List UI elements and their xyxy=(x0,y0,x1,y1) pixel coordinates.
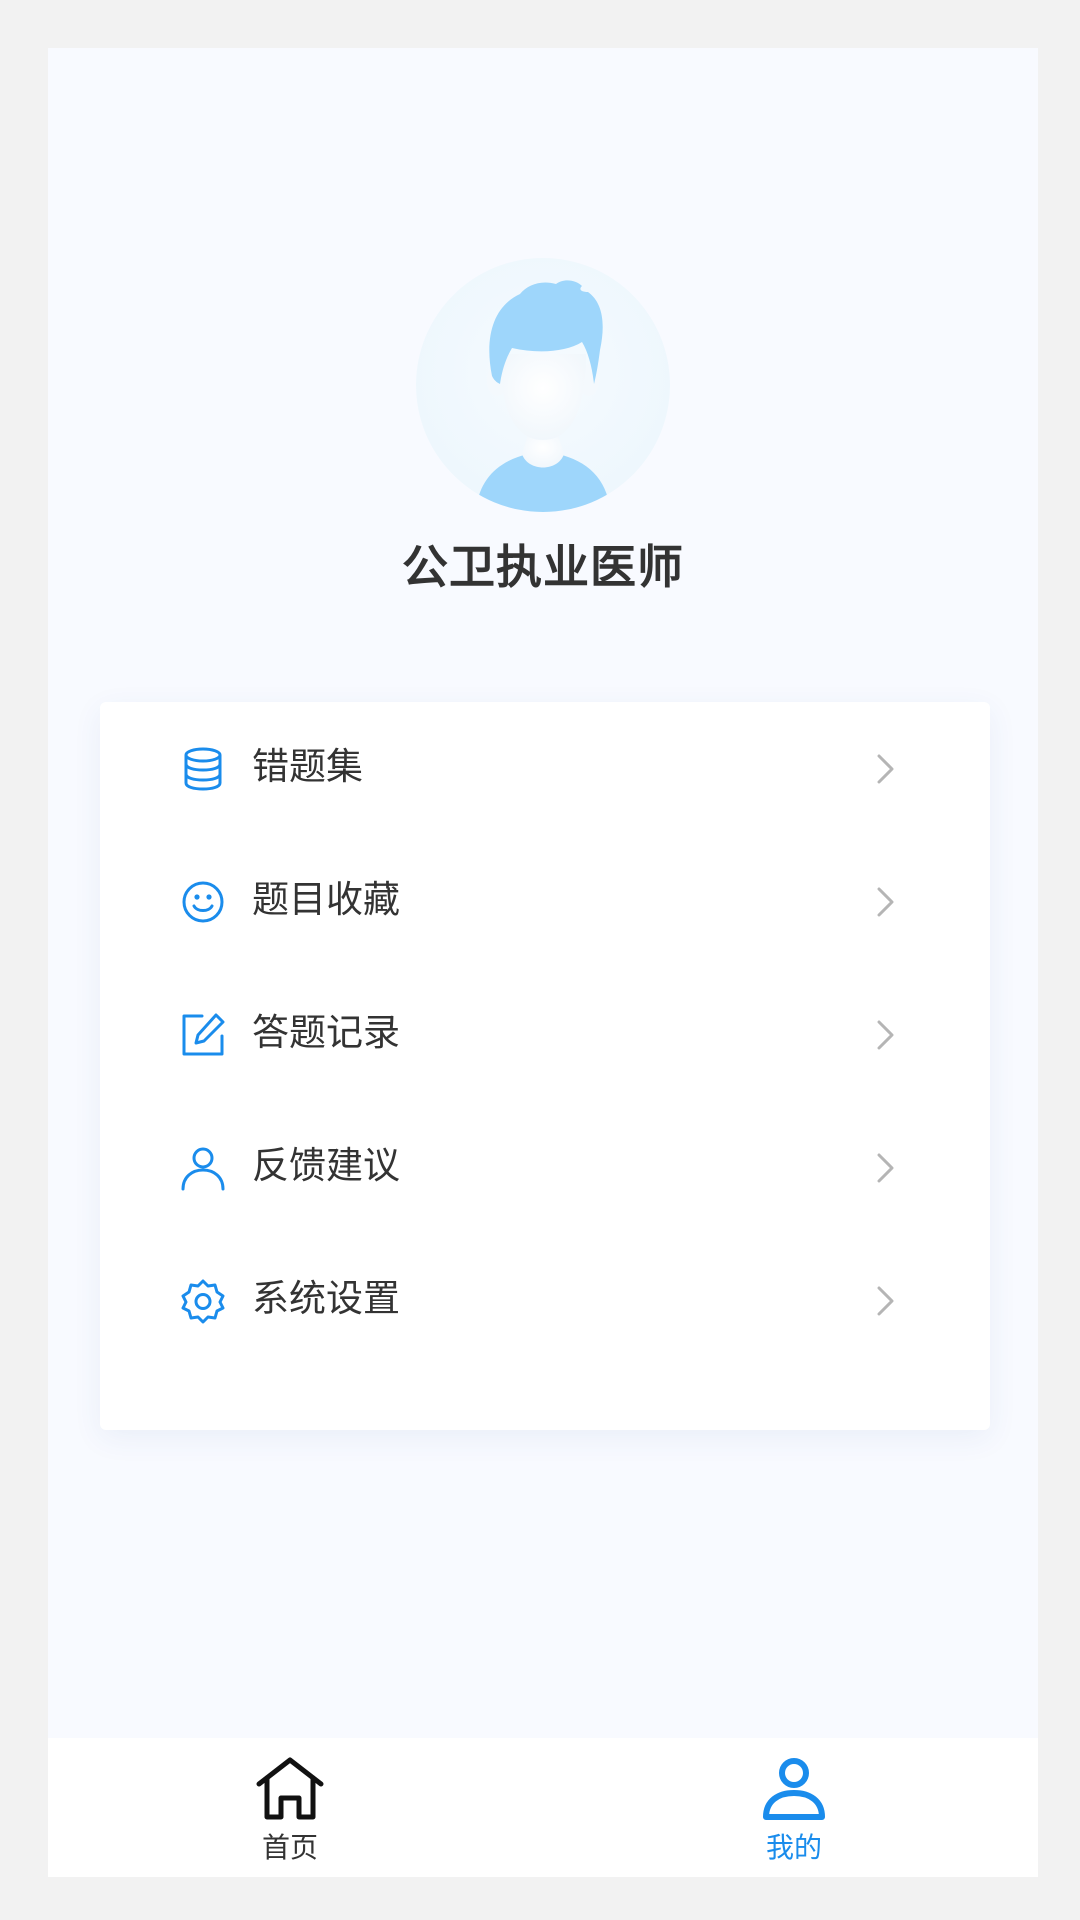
menu-item-label: 反馈建议 xyxy=(252,1144,400,1187)
menu-item-favorites[interactable]: 题目收藏 xyxy=(100,835,990,968)
chevron-right-icon xyxy=(877,887,894,917)
user-avatar-icon xyxy=(476,280,610,512)
menu-item-feedback[interactable]: 反馈建议 xyxy=(100,1101,990,1234)
person-icon xyxy=(181,1147,225,1191)
bottom-tab-bar: 首页 我的 xyxy=(48,1738,1038,1877)
chevron-right-icon xyxy=(877,754,894,784)
gear-icon xyxy=(181,1279,225,1324)
tab-home-label: 首页 xyxy=(261,1831,318,1864)
person-icon xyxy=(763,1758,825,1820)
edit-icon xyxy=(182,1013,225,1056)
menu-item-label: 系统设置 xyxy=(252,1277,400,1320)
chevron-right-icon xyxy=(877,1286,894,1316)
menu-item-label: 错题集 xyxy=(252,745,363,788)
database-icon xyxy=(184,747,222,791)
home-icon xyxy=(256,1757,324,1820)
menu-item-wrong-questions[interactable]: 错题集 xyxy=(100,702,990,835)
menu-item-settings[interactable]: 系统设置 xyxy=(100,1234,990,1367)
menu-item-label: 答题记录 xyxy=(252,1011,400,1054)
avatar[interactable] xyxy=(416,258,670,512)
profile-name: 公卫执业医师 xyxy=(402,540,684,594)
tab-mine[interactable]: 我的 xyxy=(694,1738,894,1877)
menu-item-answer-history[interactable]: 答题记录 xyxy=(100,968,990,1101)
menu-item-label: 题目收藏 xyxy=(252,878,400,921)
menu-card: 错题集 题目收藏 答题记录 反馈建议 系统设置 xyxy=(100,702,990,1430)
chevron-right-icon xyxy=(877,1153,894,1183)
smiley-icon xyxy=(182,881,224,923)
tab-mine-label: 我的 xyxy=(765,1831,822,1864)
tab-home[interactable]: 首页 xyxy=(190,1738,390,1877)
chevron-right-icon xyxy=(877,1020,894,1050)
app-screen: 公卫执业医师 错题集 题目收藏 答题记录 反馈建议 系统设置 首页 我的 xyxy=(48,48,1038,1877)
